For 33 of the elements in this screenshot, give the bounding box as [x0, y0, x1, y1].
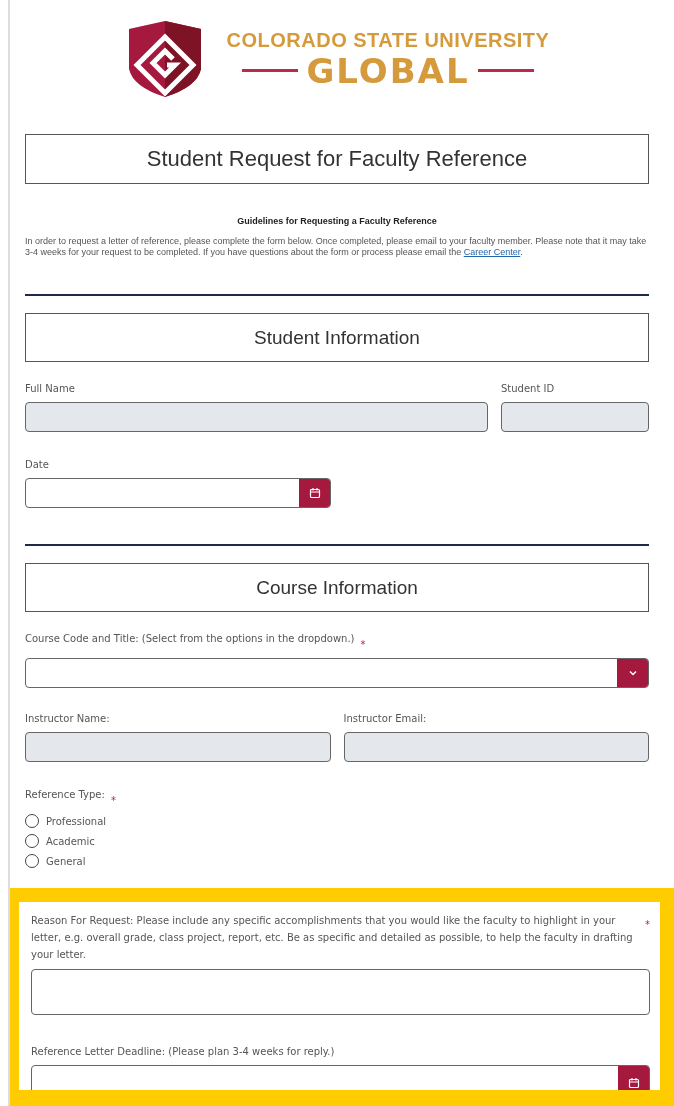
field-label: Reference Letter Deadline: (Please plan 3-4 weeks for reply.) — [31, 1045, 336, 1059]
guidelines-heading: Guidelines for Requesting a Faculty Reference — [236, 216, 438, 226]
field-label: Date — [25, 458, 50, 472]
required-mark: * — [110, 794, 116, 808]
radio-label: Academic — [46, 835, 95, 847]
field-label: Instructor Email: — [343, 712, 428, 726]
field-label: Student ID — [501, 382, 556, 396]
required-mark: * — [645, 918, 650, 932]
instructor-email-field[interactable] — [343, 732, 649, 762]
student-id-field[interactable] — [501, 402, 649, 432]
full-name-field[interactable] — [25, 402, 488, 432]
calendar-button[interactable] — [299, 479, 330, 507]
required-mark: * — [360, 638, 366, 652]
section-heading: Student Information — [25, 313, 649, 362]
calendar-button[interactable] — [618, 1066, 649, 1090]
date-field[interactable] — [25, 478, 331, 508]
field-label: Full Name — [25, 382, 76, 396]
form-title: Student Request for Faculty Reference — [25, 134, 649, 184]
reason-textarea[interactable] — [31, 969, 650, 1015]
field-label: Reference Type: — [25, 788, 105, 802]
radio-label: Professional — [46, 815, 107, 827]
instructor-name-field[interactable] — [25, 732, 331, 762]
calendar-icon — [627, 1077, 640, 1089]
field-label: Course Code and Title: (Select from the options in the dropdown.) — [25, 632, 355, 646]
calendar-icon — [308, 487, 321, 499]
logo-wordmark: COLORADO STATE UNIVERSITY — [226, 28, 550, 52]
course-dropdown[interactable] — [25, 658, 649, 688]
field-label: Reason For Request: Please include any specific accomplishments that you would like the faculty to highlight in your letter, e.g. overall grade, class project, report, etc. Be as specific and detailed as possible, to help the faculty in drafting your letter. — [31, 914, 634, 962]
section-heading: Course Information — [25, 563, 649, 612]
guidelines-text: In order to request a letter of reference, please complete the form below. Once completed, please email to your faculty member. Please note that it may take 3-4 weeks for your request to be completed. If you have questions about the form or process please email the Career Center. — [25, 236, 648, 258]
field-label: Instructor Name: — [25, 712, 111, 726]
logo-wordmark: GLOBAL — [306, 51, 470, 90]
radio-label: General — [46, 855, 86, 867]
